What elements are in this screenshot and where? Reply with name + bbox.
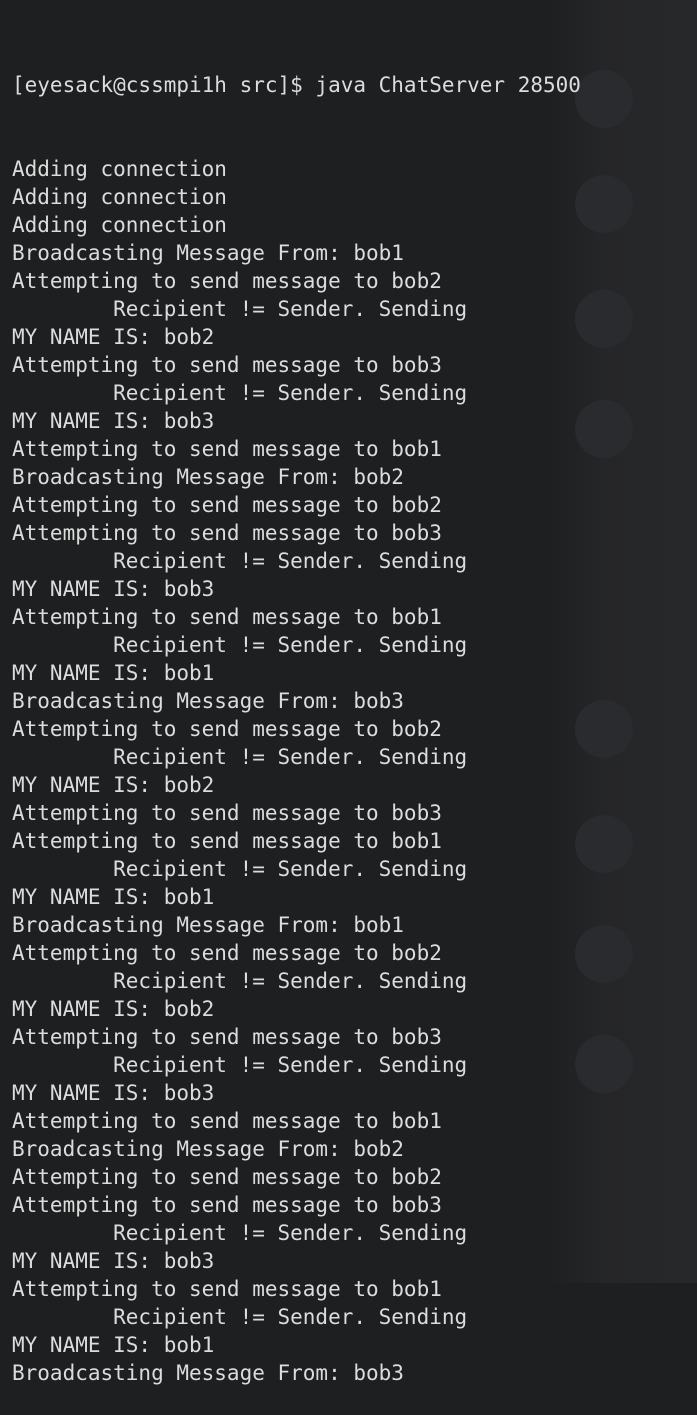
terminal-line: Broadcasting Message From: bob3 [12,1361,404,1385]
terminal-line: Attempting to send message to bob1 [12,605,442,629]
terminal-line: Attempting to send message to bob2 [12,941,442,965]
terminal-line: Recipient != Sender. Sending [12,633,468,657]
terminal-line: Recipient != Sender. Sending [12,1221,468,1245]
terminal-line: Adding connection [12,157,227,181]
terminal-line: Recipient != Sender. Sending [12,1305,468,1329]
terminal-line: Broadcasting Message From: bob2 [12,465,404,489]
terminal-line: Attempting to send message to bob1 [12,1277,442,1301]
terminal-line: MY NAME IS: bob3 [12,1081,215,1105]
terminal-line: Adding connection [12,213,227,237]
terminal-line: Adding connection [12,185,227,209]
terminal-line: Attempting to send message to bob3 [12,353,442,377]
terminal-line: MY NAME IS: bob1 [12,885,215,909]
terminal-line: Recipient != Sender. Sending [12,1053,468,1077]
terminal-line: MY NAME IS: bob2 [12,997,215,1021]
terminal-line: Attempting to send message to bob2 [12,269,442,293]
terminal-line: MY NAME IS: bob1 [12,661,215,685]
terminal-line: Attempting to send message to bob3 [12,521,442,545]
terminal-line: Attempting to send message to bob1 [12,829,442,853]
terminal-line: Recipient != Sender. Sending [12,857,468,881]
terminal-line: Attempting to send message to bob2 [12,1165,442,1189]
terminal-line: Attempting to send message to bob1 [12,437,442,461]
terminal-line: MY NAME IS: bob2 [12,773,215,797]
terminal-line: Attempting to send message to bob1 [12,1109,442,1133]
terminal-line: Attempting to send message to bob2 [12,493,442,517]
terminal-line: Attempting to send message to bob3 [12,1025,442,1049]
terminal-line: Attempting to send message to bob3 [12,801,442,825]
terminal-line: MY NAME IS: bob1 [12,1333,215,1357]
terminal-line: Recipient != Sender. Sending [12,745,468,769]
terminal-line: Broadcasting Message From: bob1 [12,241,404,265]
terminal-lines: Adding connection Adding connection Adding… [12,155,697,1387]
terminal-line: MY NAME IS: bob2 [12,325,215,349]
terminal-line: Broadcasting Message From: bob1 [12,913,404,937]
terminal-line: MY NAME IS: bob3 [12,409,215,433]
terminal-line: Broadcasting Message From: bob2 [12,1137,404,1161]
terminal-line: Recipient != Sender. Sending [12,549,468,573]
terminal-line: Recipient != Sender. Sending [12,969,468,993]
terminal-line: Recipient != Sender. Sending [12,297,468,321]
terminal-line: Attempting to send message to bob3 [12,1193,442,1217]
terminal-output[interactable]: [eyesack@cssmpi1h src]$ java ChatServer … [0,0,697,1385]
terminal-line: Broadcasting Message From: bob3 [12,689,404,713]
terminal-line: MY NAME IS: bob3 [12,577,215,601]
terminal-prompt-line: [eyesack@cssmpi1h src]$ java ChatServer … [12,73,581,97]
terminal-line: MY NAME IS: bob3 [12,1249,215,1273]
terminal-line: Attempting to send message to bob2 [12,717,442,741]
terminal-line: Recipient != Sender. Sending [12,381,468,405]
